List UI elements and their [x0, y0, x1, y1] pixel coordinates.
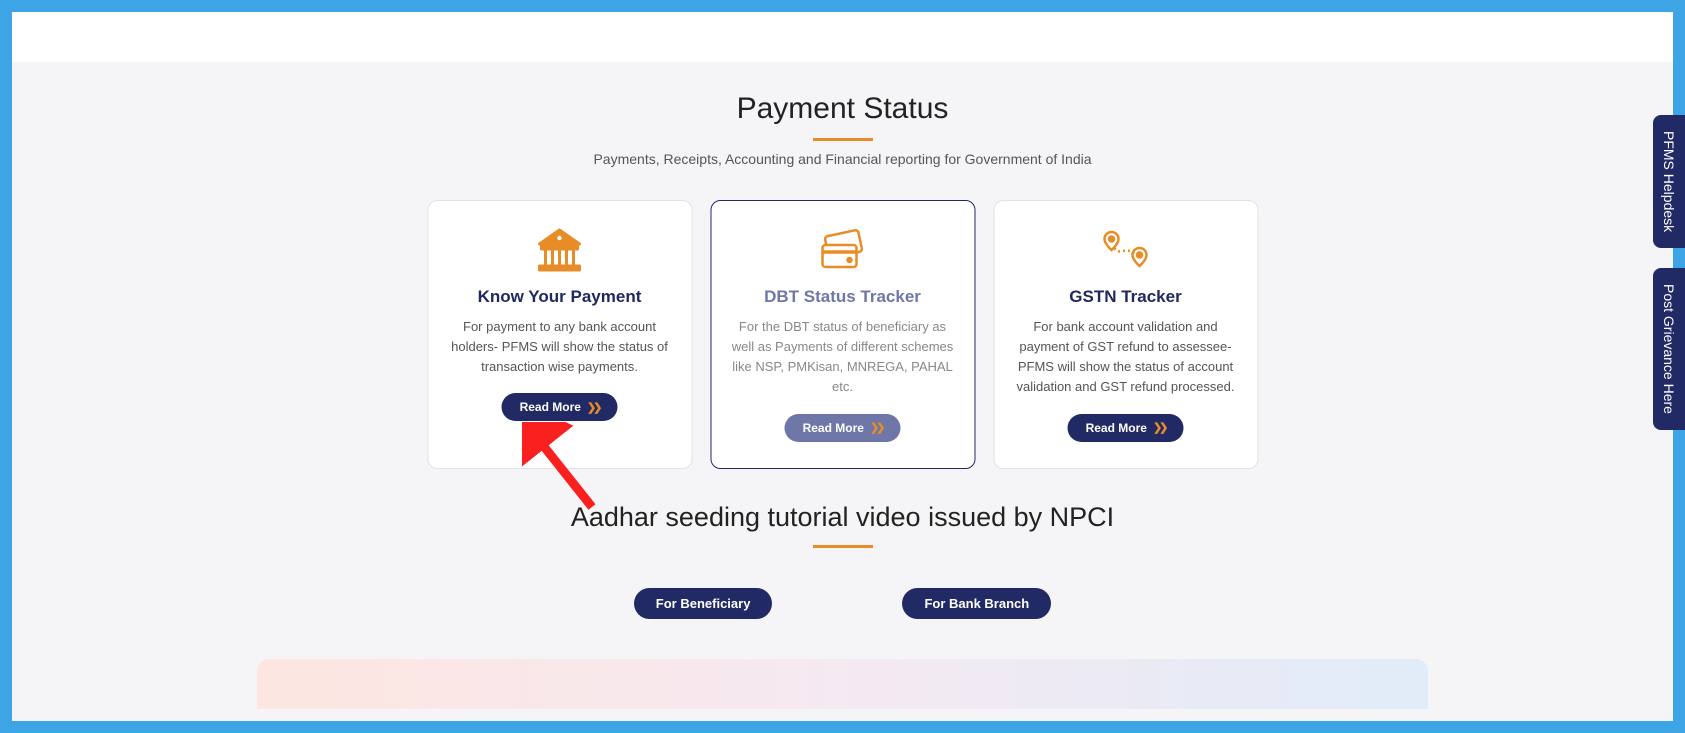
button-label: Read More: [520, 400, 581, 414]
card-title: Know Your Payment: [478, 287, 642, 307]
pfms-helpdesk-tab[interactable]: PFMS Helpdesk: [1653, 115, 1685, 248]
read-more-button-dbt[interactable]: Read More ❯❯: [785, 414, 901, 442]
card-description: For payment to any bank account holders-…: [446, 317, 673, 377]
card-title: GSTN Tracker: [1069, 287, 1181, 307]
card-description: For bank account validation and payment …: [1012, 317, 1239, 398]
route-pins-icon: [1098, 223, 1154, 277]
for-bank-branch-button[interactable]: For Bank Branch: [902, 588, 1051, 619]
aadhar-section: Aadhar seeding tutorial video issued by …: [12, 502, 1673, 619]
credit-cards-icon: [815, 223, 871, 277]
card-description: For the DBT status of beneficiary as wel…: [729, 317, 956, 398]
read-more-button-gstn[interactable]: Read More ❯❯: [1068, 414, 1184, 442]
section2-title: Aadhar seeding tutorial video issued by …: [12, 502, 1673, 533]
double-chevron-icon: ❯❯: [1153, 421, 1165, 434]
card-gstn-tracker: GSTN Tracker For bank account validation…: [993, 200, 1258, 469]
post-grievance-tab[interactable]: Post Grievance Here: [1653, 268, 1685, 430]
card-know-your-payment: Know Your Payment For payment to any ban…: [427, 200, 692, 469]
top-white-bar: [12, 12, 1673, 62]
button-label: Read More: [803, 421, 864, 435]
side-tabs: PFMS Helpdesk Post Grievance Here: [1653, 115, 1685, 430]
cards-row: Know Your Payment For payment to any ban…: [427, 200, 1258, 469]
section2-buttons: For Beneficiary For Bank Branch: [12, 588, 1673, 619]
section-subtitle: Payments, Receipts, Accounting and Finan…: [12, 151, 1673, 167]
bottom-gradient-panel: [257, 659, 1428, 709]
bank-icon: [535, 223, 585, 277]
double-chevron-icon: ❯❯: [587, 401, 599, 414]
read-more-button-kyp[interactable]: Read More ❯❯: [502, 393, 618, 421]
payment-status-section: Payment Status Payments, Receipts, Accou…: [12, 92, 1673, 167]
for-beneficiary-button[interactable]: For Beneficiary: [634, 588, 773, 619]
card-dbt-status-tracker: DBT Status Tracker For the DBT status of…: [710, 200, 975, 469]
title2-underline: [813, 545, 873, 548]
button-label: Read More: [1086, 421, 1147, 435]
section-title: Payment Status: [12, 92, 1673, 126]
title-underline: [813, 138, 873, 141]
card-title: DBT Status Tracker: [764, 287, 921, 307]
double-chevron-icon: ❯❯: [870, 421, 882, 434]
